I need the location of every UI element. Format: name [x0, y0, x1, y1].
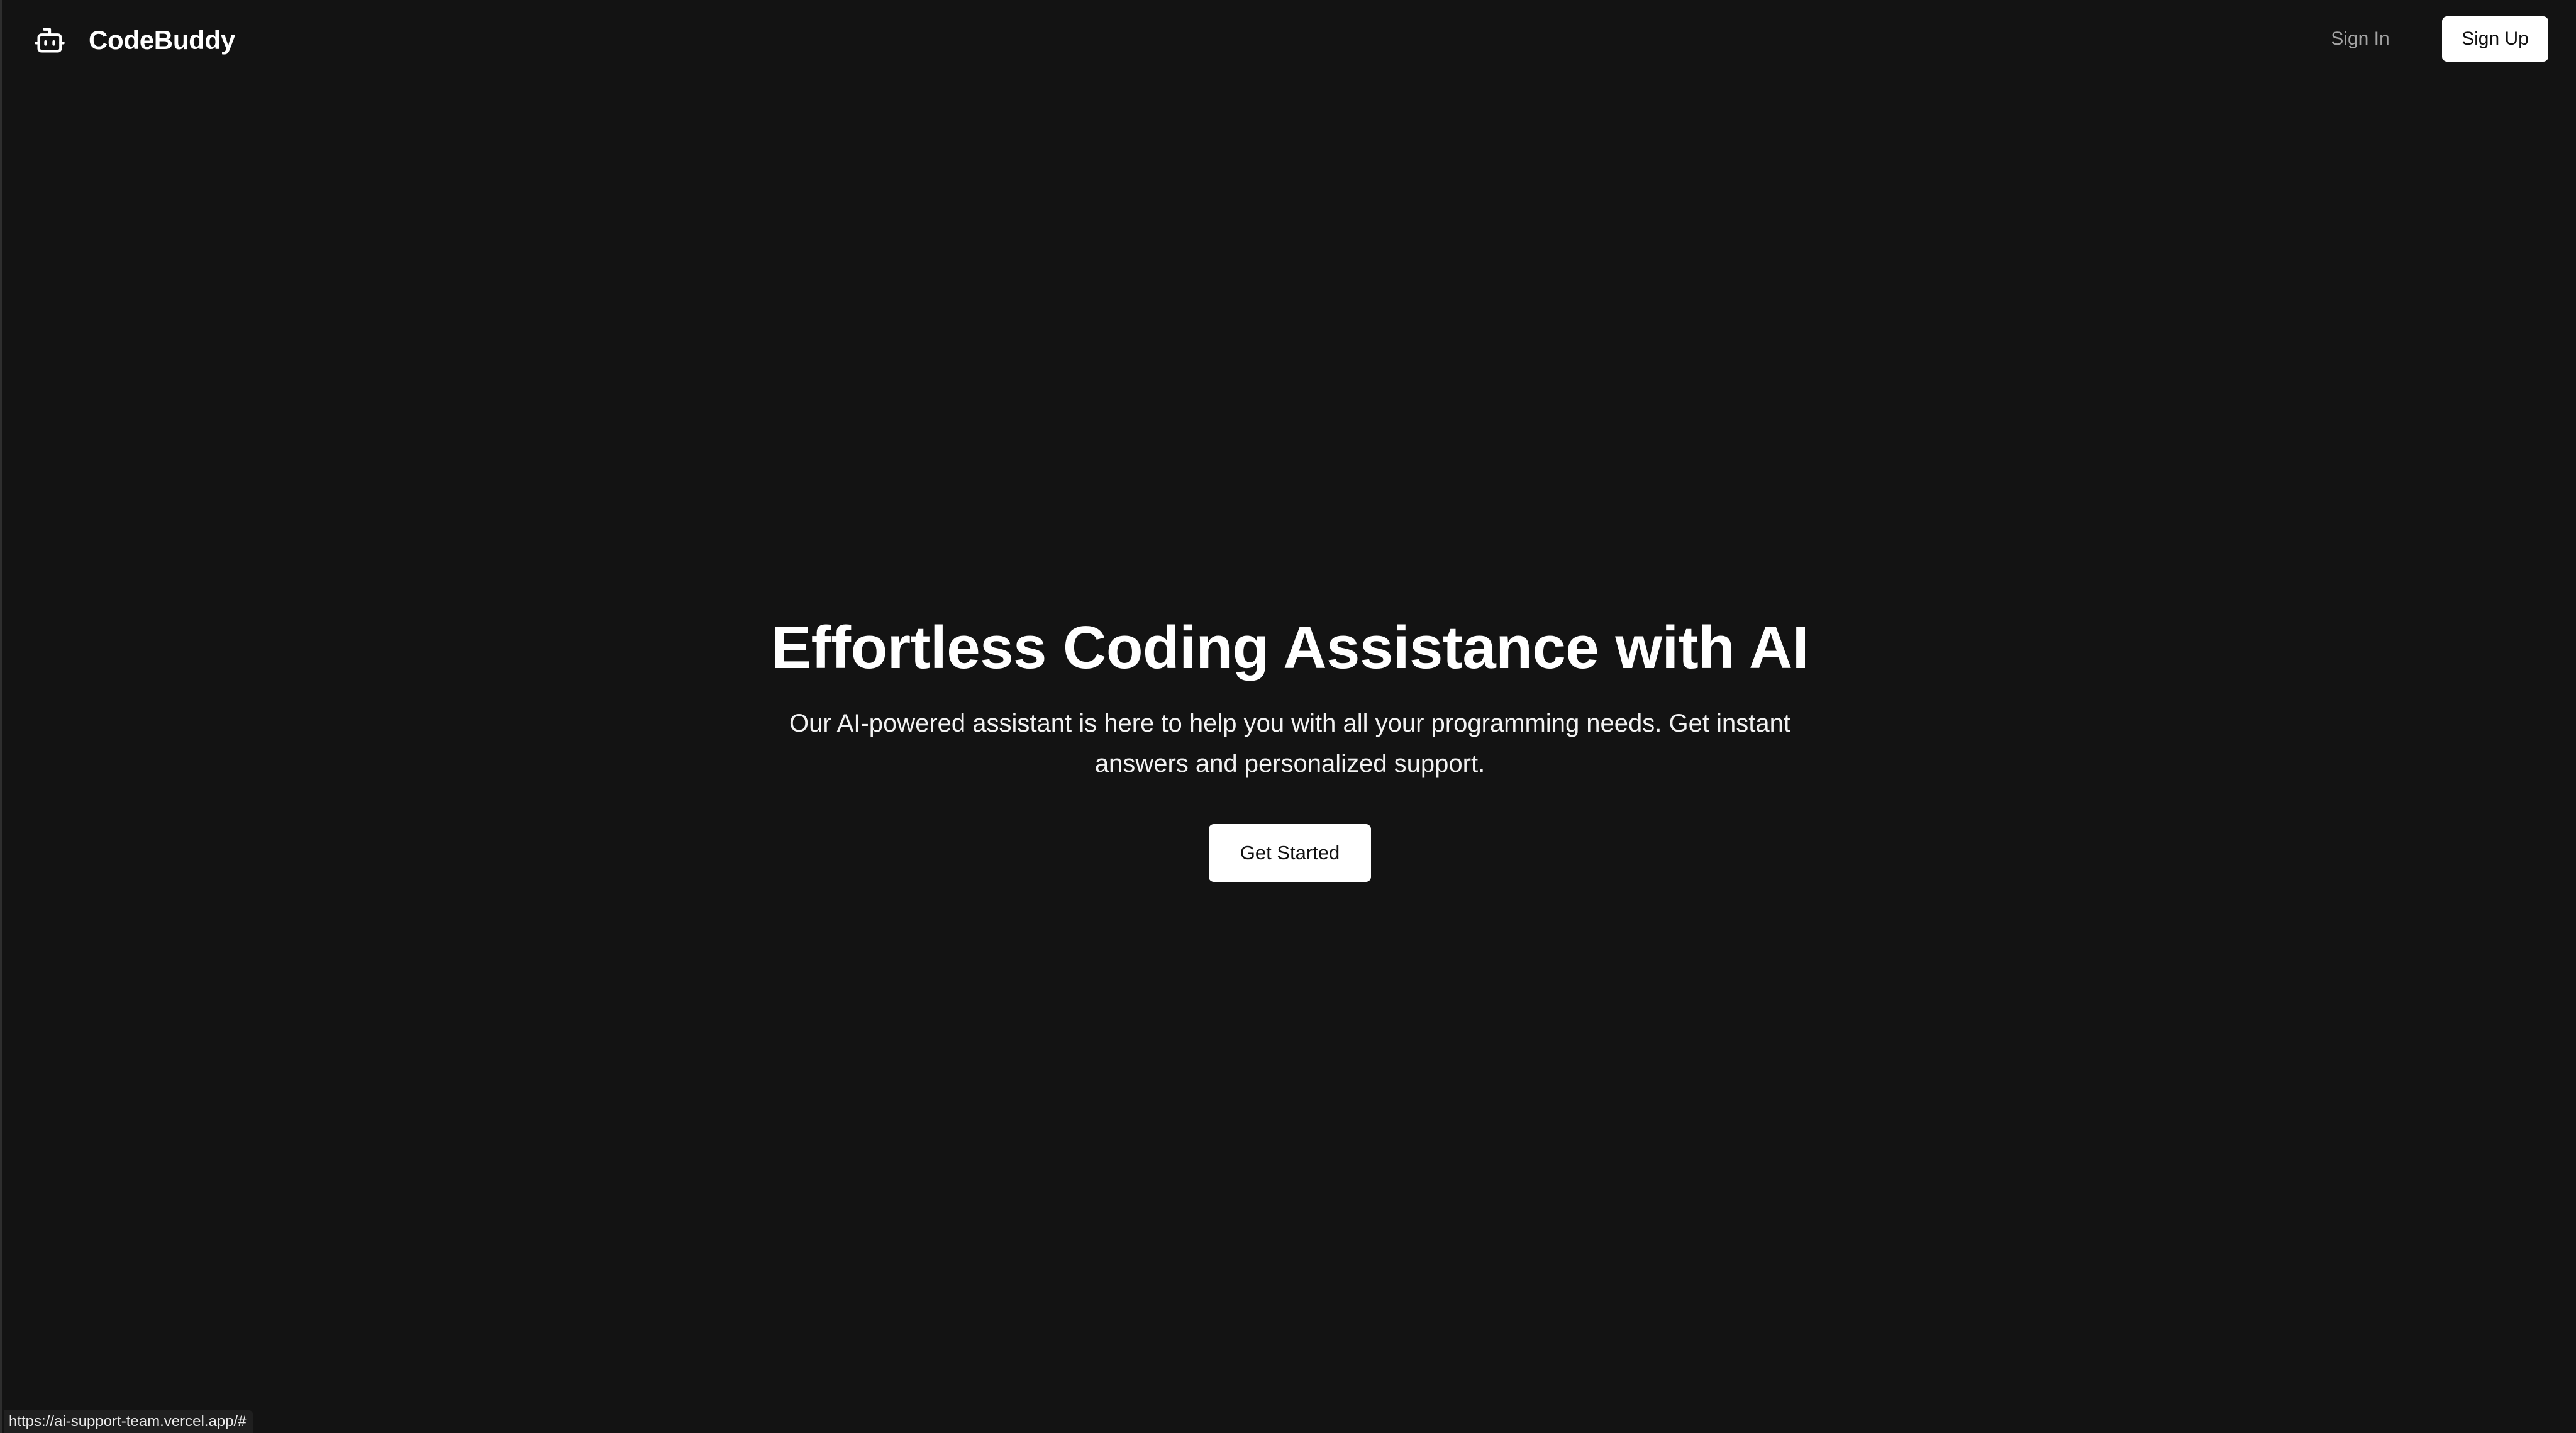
sign-in-link[interactable]: Sign In — [2316, 25, 2404, 53]
link-preview-status: https://ai-support-team.vercel.app/# — [4, 1410, 253, 1433]
sign-up-button[interactable]: Sign Up — [2442, 16, 2548, 62]
site-header: CodeBuddy Sign In Sign Up — [2, 0, 2576, 79]
get-started-button[interactable]: Get Started — [1209, 824, 1371, 882]
brand-name: CodeBuddy — [89, 25, 235, 55]
hero-title: Effortless Coding Assistance with AI — [771, 614, 1809, 681]
bot-icon — [33, 24, 66, 57]
page: CodeBuddy Sign In Sign Up Effortless Cod… — [0, 0, 2576, 1433]
hero-subtitle: Our AI-powered assistant is here to help… — [789, 710, 1790, 778]
brand-link[interactable]: CodeBuddy — [33, 21, 235, 59]
hero-section: Effortless Coding Assistance with AI Our… — [2, 610, 2576, 882]
